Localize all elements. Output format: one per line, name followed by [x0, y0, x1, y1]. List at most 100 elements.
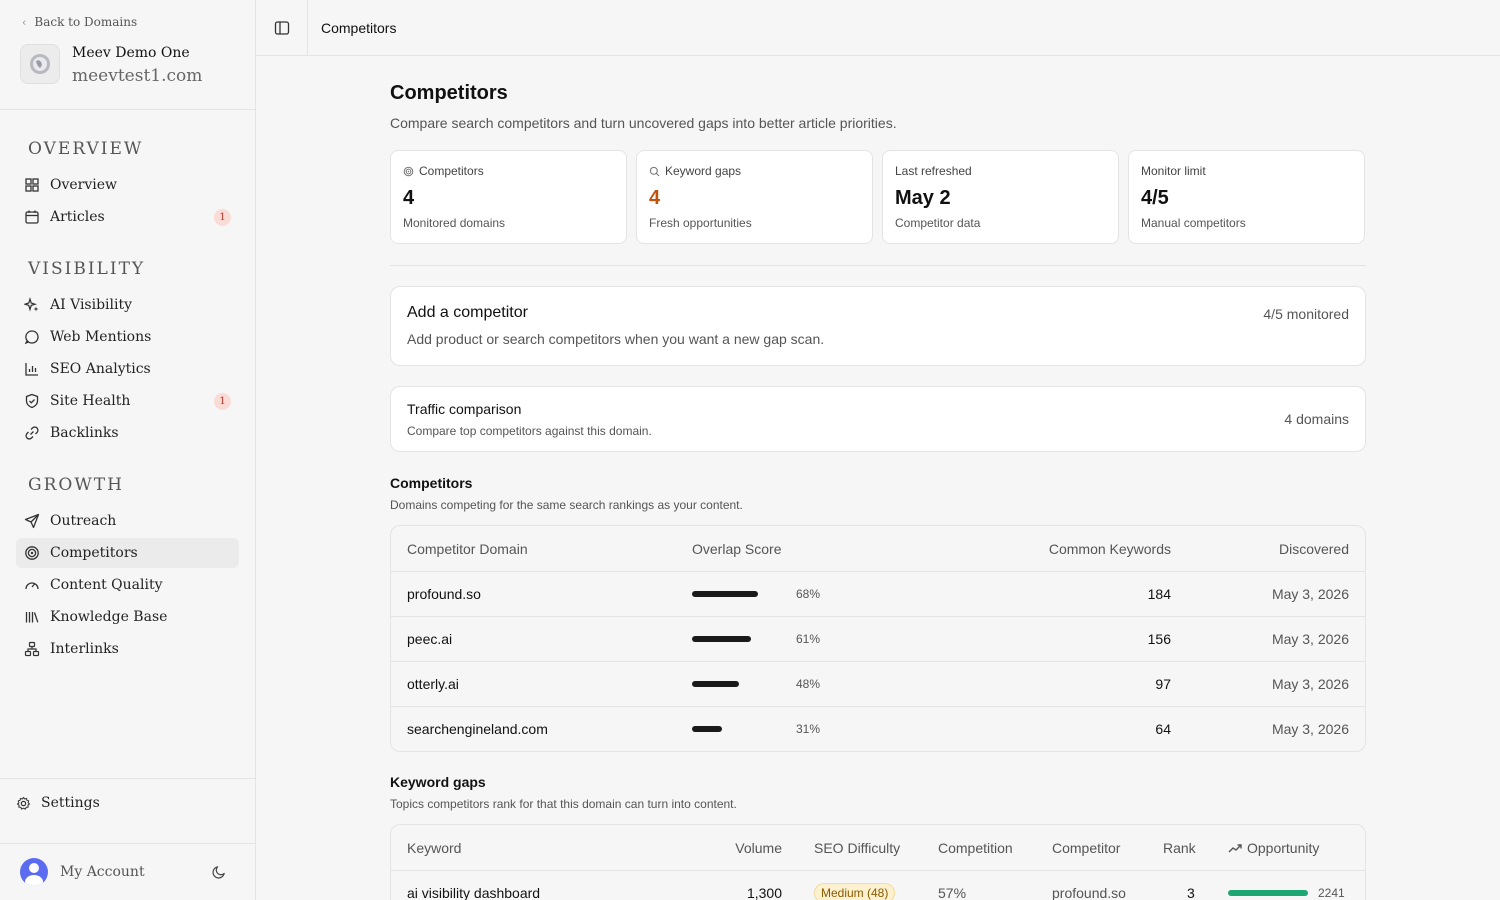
keyword[interactable]: ai visibility dashboard	[407, 885, 540, 900]
column-header[interactable]: Rank	[1163, 840, 1196, 856]
sidebar-item-knowledge-base[interactable]: Knowledge Base	[16, 602, 239, 632]
sidebar-item-overview[interactable]: Overview	[16, 170, 239, 200]
common-keywords: 184	[1147, 586, 1171, 602]
sidebar-item-interlinks[interactable]: Interlinks	[16, 634, 239, 664]
moon-icon[interactable]	[212, 864, 227, 879]
traffic-comparison-title: Traffic comparison	[407, 401, 522, 417]
stat-card-keyword-gaps: Keyword gaps 4 Fresh opportunities	[636, 150, 873, 244]
account-label: My Account	[60, 864, 145, 880]
column-header[interactable]: Discovered	[1279, 541, 1349, 557]
sidebar-toggle-button[interactable]	[256, 0, 308, 56]
divider	[0, 843, 255, 844]
competitor-domain[interactable]: otterly.ai	[407, 676, 459, 692]
add-competitor-subtitle: Add product or search competitors when y…	[407, 331, 825, 347]
gauge-icon	[25, 582, 39, 590]
common-keywords: 64	[1155, 721, 1171, 737]
column-header[interactable]: SEO Difficulty	[814, 840, 900, 856]
articles-count-badge: 1	[214, 209, 231, 226]
stat-value: 4/5	[1141, 187, 1169, 209]
discovered-date: May 3, 2026	[1271, 631, 1349, 647]
volume: 1,300	[746, 885, 782, 900]
competitor: profound.so	[1052, 885, 1126, 900]
overlap-bar	[692, 681, 739, 687]
sidebar-item-label: Overview	[50, 177, 118, 193]
sidebar-item-outreach[interactable]: Outreach	[16, 506, 239, 536]
common-keywords: 97	[1155, 676, 1171, 692]
page-subtitle: Compare search competitors and turn unco…	[390, 115, 897, 131]
stat-caption: Monitored domains	[403, 216, 506, 230]
overlap-bar	[692, 726, 723, 732]
overlap-bar	[692, 636, 752, 642]
discovered-date: May 3, 2026	[1271, 676, 1349, 692]
column-header[interactable]: Common Keywords	[1049, 541, 1171, 557]
table-row[interactable]: ai visibility dashboard 1,300 Medium (48…	[391, 870, 1365, 900]
column-header[interactable]: Competitor	[1052, 840, 1120, 856]
stat-caption: Competitor data	[895, 216, 981, 230]
table-row[interactable]: otterly.ai 48% 97 May 3, 2026	[391, 661, 1365, 706]
sidebar-item-label: Site Health	[50, 393, 131, 409]
send-icon	[24, 513, 40, 529]
competitor-domain[interactable]: profound.so	[407, 586, 481, 602]
monitored-count: 4/5 monitored	[1263, 306, 1349, 322]
trending-up-icon	[1228, 843, 1242, 852]
table-row[interactable]: peec.ai 61% 156 May 3, 2026	[391, 616, 1365, 661]
difficulty-badge: Medium (48)	[814, 883, 896, 900]
stat-card-last-refreshed: Last refreshed May 2 Competitor data	[882, 150, 1119, 244]
sidebar-item-site-health[interactable]: Site Health 1	[16, 386, 239, 416]
sidebar-item-competitors[interactable]: Competitors	[16, 538, 239, 568]
network-icon	[24, 641, 40, 657]
sidebar-item-content-quality[interactable]: Content Quality	[16, 570, 239, 600]
traffic-comparison-card[interactable]: Traffic comparison Compare top competito…	[390, 386, 1366, 452]
panel-left-icon	[274, 20, 289, 35]
competitor-domain[interactable]: searchengineland.com	[407, 721, 548, 737]
sidebar-item-articles[interactable]: Articles 1	[16, 202, 239, 232]
sidebar-item-backlinks[interactable]: Backlinks	[16, 418, 239, 448]
common-keywords: 156	[1147, 631, 1171, 647]
table-row[interactable]: searchengineland.com 31% 64 May 3, 2026	[391, 706, 1365, 751]
divider	[0, 778, 255, 779]
column-header[interactable]: Competition	[938, 840, 1013, 856]
stat-label: Last refreshed	[895, 164, 972, 178]
sidebar-item-label: Outreach	[50, 513, 117, 529]
top-bar: Competitors	[256, 0, 1500, 56]
section-title: Keyword gaps	[390, 774, 486, 790]
traffic-comparison-subtitle: Compare top competitors against this dom…	[407, 424, 652, 438]
gear-icon	[16, 796, 31, 810]
section-subtitle: Topics competitors rank for that this do…	[390, 797, 737, 811]
competitors-section: Competitors Domains competing for the sa…	[390, 475, 1366, 752]
opportunity-header[interactable]: Opportunity	[1228, 840, 1319, 856]
section-label-visibility: VISIBILITY	[28, 259, 146, 279]
column-header[interactable]: Overlap Score	[692, 541, 781, 557]
back-to-domains-link[interactable]: ‹ Back to Domains	[22, 15, 137, 29]
search-icon	[649, 166, 660, 176]
column-header[interactable]: Competitor Domain	[407, 541, 528, 557]
add-competitor-card[interactable]: Add a competitor Add product or search c…	[390, 286, 1366, 366]
discovered-date: May 3, 2026	[1271, 721, 1349, 737]
divider	[390, 265, 1366, 266]
opportunity-score: 2241	[1318, 886, 1345, 900]
discovered-date: May 3, 2026	[1271, 586, 1349, 602]
rank: 3	[1187, 885, 1195, 900]
sidebar-item-seo-analytics[interactable]: SEO Analytics	[16, 354, 239, 384]
stat-value: 4	[403, 187, 415, 209]
column-header[interactable]: Volume	[735, 840, 782, 856]
section-title: Competitors	[390, 475, 473, 491]
settings-button[interactable]: Settings	[16, 795, 100, 811]
sidebar-item-web-mentions[interactable]: Web Mentions	[16, 322, 239, 352]
sidebar-item-label: Competitors	[50, 545, 138, 561]
domain-switcher[interactable]: Meev Demo One meevtest1.com	[20, 44, 202, 86]
domain-name: Meev Demo One	[72, 45, 190, 61]
table-row[interactable]: profound.so 68% 184 May 3, 2026	[391, 571, 1365, 616]
sidebar-item-ai-visibility[interactable]: AI Visibility	[16, 290, 239, 320]
account-button[interactable]: My Account	[20, 858, 145, 886]
page-title: Competitors	[390, 82, 508, 104]
overlap-percent: 48%	[796, 677, 821, 691]
sidebar-item-label: AI Visibility	[50, 297, 133, 313]
sidebar-item-label: Articles	[50, 209, 105, 225]
competitors-table: Competitor Domain Overlap Score Common K…	[390, 525, 1366, 752]
competitor-domain[interactable]: peec.ai	[407, 631, 452, 647]
column-header[interactable]: Keyword	[407, 840, 461, 856]
library-icon	[25, 612, 39, 623]
breadcrumb: Competitors	[321, 19, 397, 36]
overlap-percent: 61%	[796, 632, 821, 646]
